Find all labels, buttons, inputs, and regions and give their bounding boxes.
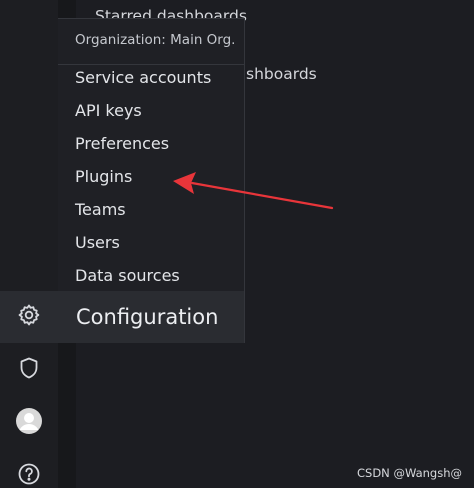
- annotation-arrow: [173, 172, 334, 210]
- app-root: Starred dashboards shboards Organization…: [0, 0, 474, 488]
- watermark: CSDN @Wangsh@: [357, 466, 462, 480]
